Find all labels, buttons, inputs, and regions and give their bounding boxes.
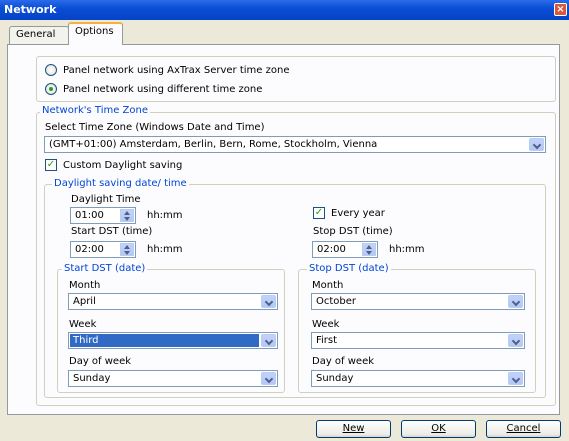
start-dst-time-value: 02:00 [75, 244, 104, 255]
chevron-down-icon[interactable] [508, 372, 523, 385]
chevron-down-icon[interactable] [261, 334, 276, 347]
daylight-time-value: 01:00 [75, 210, 104, 221]
new-button[interactable]: New [316, 420, 391, 438]
every-year-label: Every year [331, 208, 385, 219]
stop-week-dropdown[interactable]: First [311, 332, 525, 349]
ok-button[interactable]: OK [401, 420, 476, 438]
timezone-select-label: Select Time Zone (Windows Date and Time) [45, 122, 265, 133]
timezone-dropdown[interactable]: (GMT+01:00) Amsterdam, Berlin, Bern, Rom… [44, 136, 546, 153]
start-month-label: Month [69, 280, 101, 291]
stop-dst-time-spinner[interactable]: 02:00 [312, 241, 378, 258]
start-week-value: Third [70, 334, 259, 347]
radio-different-timezone[interactable] [45, 83, 57, 95]
tab-general[interactable]: General [9, 26, 69, 44]
ok-button-label: OK [431, 423, 446, 434]
stop-month-label: Month [312, 280, 344, 291]
spinner-arrows-icon[interactable] [362, 243, 376, 256]
start-dst-date-legend: Start DST (date) [62, 263, 148, 274]
timezone-value: (GMT+01:00) Amsterdam, Berlin, Bern, Rom… [49, 139, 378, 150]
spinner-arrows-icon[interactable] [120, 243, 134, 256]
start-dst-time-unit: hh:mm [147, 244, 183, 255]
chevron-down-icon[interactable] [261, 372, 276, 385]
chevron-down-icon[interactable] [529, 138, 544, 151]
start-month-dropdown[interactable]: April [68, 293, 278, 310]
cancel-button-label: Cancel [506, 423, 541, 434]
start-dow-dropdown[interactable]: Sunday [68, 370, 278, 387]
start-month-value: April [73, 296, 96, 307]
stop-dow-value: Sunday [316, 373, 354, 384]
stop-dow-label: Day of week [312, 356, 375, 367]
network-mode-group [36, 56, 556, 102]
stop-dow-dropdown[interactable]: Sunday [311, 370, 525, 387]
cancel-button[interactable]: Cancel [486, 420, 561, 438]
stop-month-dropdown[interactable]: October [311, 293, 525, 310]
custom-daylight-label: Custom Daylight saving [63, 160, 183, 171]
start-dst-time-spinner[interactable]: 02:00 [70, 241, 136, 258]
chevron-down-icon[interactable] [508, 295, 523, 308]
daylight-time-label: Daylight Time [71, 194, 141, 205]
radio-different-timezone-label: Panel network using different time zone [63, 84, 263, 95]
start-dow-label: Day of week [69, 356, 132, 367]
custom-daylight-checkbox[interactable]: ✓ [45, 159, 57, 171]
start-week-label: Week [69, 319, 97, 330]
tab-general-label: General [16, 29, 56, 40]
start-dst-time-label: Start DST (time) [71, 226, 153, 237]
new-button-label: New [342, 423, 365, 434]
title-bar: Network × [0, 0, 569, 20]
stop-dst-time-value: 02:00 [317, 244, 346, 255]
chevron-down-icon[interactable] [508, 334, 523, 347]
chevron-down-icon[interactable] [261, 295, 276, 308]
spinner-arrows-icon[interactable] [120, 209, 134, 222]
daylight-time-spinner[interactable]: 01:00 [70, 207, 136, 224]
stop-dst-time-unit: hh:mm [389, 244, 425, 255]
stop-month-value: October [316, 296, 357, 307]
window-title: Network [4, 3, 57, 16]
timezone-group-legend: Network's Time Zone [40, 105, 151, 116]
start-week-dropdown[interactable]: Third [68, 332, 278, 349]
start-dow-value: Sunday [73, 373, 111, 384]
daylight-time-unit: hh:mm [147, 210, 183, 221]
stop-dst-date-legend: Stop DST (date) [307, 263, 391, 274]
dst-group-legend: Daylight saving date/ time [52, 178, 189, 189]
every-year-checkbox[interactable]: ✓ [313, 207, 325, 219]
stop-week-label: Week [312, 319, 340, 330]
radio-server-timezone[interactable] [45, 64, 57, 76]
stop-week-value: First [316, 335, 338, 346]
tab-options[interactable]: Options [68, 22, 123, 45]
tab-options-label: Options [75, 26, 114, 37]
close-icon[interactable]: × [554, 3, 567, 16]
stop-dst-time-label: Stop DST (time) [313, 226, 393, 237]
radio-server-timezone-label: Panel network using AxTrax Server time z… [63, 65, 290, 76]
